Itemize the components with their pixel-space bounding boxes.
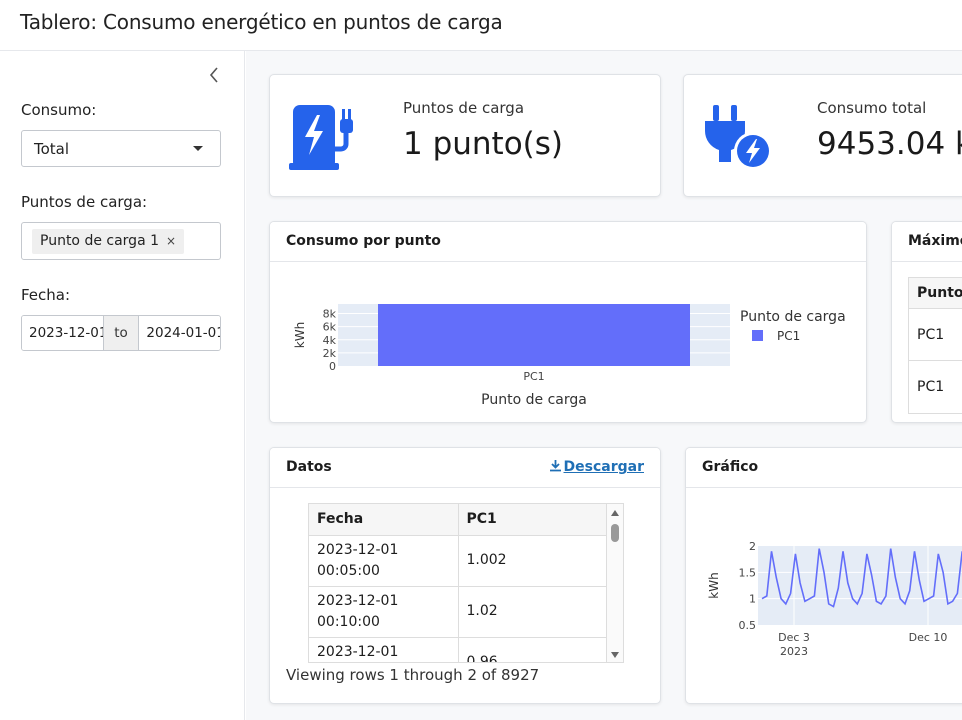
table-row: 2023-12-01 00:15:00 0.96	[309, 637, 607, 662]
end-date-input[interactable]: 2024-01-01	[139, 316, 220, 350]
cell-pc1: 1.002	[458, 535, 607, 587]
table-header-row: Fecha PC1	[309, 504, 607, 536]
consumo-label: Consumo:	[21, 101, 97, 119]
date-range-separator: to	[102, 316, 140, 350]
plug-bolt-icon	[705, 105, 772, 170]
value-box-puntos: Puntos de carga 1 punto(s)	[269, 74, 661, 197]
table-row: 2023-12-01 00:10:00 1.02	[309, 586, 607, 638]
y-tick-label: 4k	[323, 334, 337, 347]
cell-fecha: 2023-12-01 00:10:00	[309, 586, 459, 638]
card-title: Gráfico	[702, 459, 759, 475]
card-header: Gráfico	[686, 448, 962, 488]
y-tick-label: 2k	[323, 347, 337, 360]
card-datos: Datos Descargar Fecha PC1 2023-12-01 00:…	[269, 447, 661, 704]
table-row: PC1	[909, 309, 962, 361]
cell-fecha: 2023-12-01 00:15:00	[309, 637, 459, 662]
y-tick-label: 8k	[323, 308, 337, 321]
sidebar: Consumo: Total Puntos de carga: Punto de…	[0, 51, 245, 720]
value-box-label: Consumo total	[817, 99, 927, 117]
value-box-value: 1 punto(s)	[403, 126, 564, 162]
y-axis-label: kWh	[707, 572, 721, 598]
y-tick-label: 0	[329, 360, 336, 373]
x-tick-label: 2023	[780, 645, 808, 658]
ev-charger-icon	[289, 105, 353, 170]
table-footer: Viewing rows 1 through 2 of 8927	[286, 666, 540, 684]
card-header: Consumo por punto	[270, 222, 866, 262]
main-content: Puntos de carga 1 punto(s) Consumo total…	[246, 51, 962, 720]
download-label: Descargar	[563, 459, 644, 475]
puntos-multiselect[interactable]: Punto de carga 1 ×	[21, 222, 221, 260]
y-tick-label: 1	[749, 593, 756, 606]
y-axis-label: kWh	[293, 322, 307, 348]
date-range: 2023-12-01 to 2024-01-01	[21, 315, 221, 351]
scrollbar[interactable]	[607, 504, 623, 662]
start-date-input[interactable]: 2023-12-01	[22, 316, 103, 350]
app-header: Tablero: Consumo energético en puntos de…	[0, 0, 962, 51]
bar	[378, 304, 690, 366]
card-maximo: Máximo Punto PC1 PC1	[891, 221, 962, 423]
collapse-sidebar-icon[interactable]	[205, 65, 223, 85]
cell-pc1: 0.96	[458, 637, 607, 662]
value-box-consumo: Consumo total 9453.04 kWh	[683, 74, 962, 197]
card-header: Datos Descargar	[270, 448, 660, 488]
card-grafico: Gráfico 0.5 1 1.5 2 Dec 3 2023 Dec 10 kWh	[685, 447, 962, 704]
y-tick-label: 6k	[323, 321, 337, 334]
datos-table-wrapper[interactable]: Fecha PC1 2023-12-01 00:05:00 1.002 2023…	[308, 503, 624, 663]
y-tick-label: 0.5	[739, 619, 757, 632]
scrollbar-graphic	[611, 510, 619, 658]
fecha-label: Fecha:	[21, 286, 71, 304]
legend-title: Punto de carga	[740, 309, 846, 325]
chevron-down-icon	[193, 146, 203, 151]
page-title: Tablero: Consumo energético en puntos de…	[20, 10, 503, 34]
value-box-value: 9453.04 kWh	[817, 126, 962, 162]
card-consumo-por-punto: Consumo por punto 0 2k 4k 6k 8k PC1 Punto de c…	[269, 221, 867, 423]
x-tick-label: Dec 3	[778, 631, 810, 644]
cell-pc1: 1.02	[458, 586, 607, 638]
x-tick-label: PC1	[523, 370, 544, 383]
download-icon	[549, 460, 561, 472]
plot-background	[758, 546, 962, 625]
table-row: PC1	[917, 379, 945, 395]
value-box-label: Puntos de carga	[403, 99, 525, 117]
x-axis-label: Punto de carga	[481, 392, 587, 408]
download-button[interactable]: Descargar	[549, 459, 644, 475]
consumo-select-value: Total	[34, 140, 70, 158]
y-tick-label: 2	[749, 540, 756, 553]
line-chart: 0.5 1 1.5 2 Dec 32023 Dec 10 kWh	[707, 540, 962, 658]
card-title: Consumo por punto	[286, 233, 441, 249]
card-header: Máximo	[892, 222, 962, 262]
puntos-label: Puntos de carga:	[21, 193, 148, 211]
chip-label: Punto de carga 1	[40, 233, 160, 249]
card-title: Datos	[286, 459, 332, 475]
maximo-table: Punto PC1 PC1	[908, 277, 962, 414]
x-tick-label: Dec 10	[909, 631, 948, 644]
cell-fecha: 2023-12-01 00:05:00	[309, 535, 459, 587]
remove-chip-icon[interactable]: ×	[166, 234, 176, 248]
table-header: Punto	[909, 278, 962, 309]
table-row: 2023-12-01 00:05:00 1.002	[309, 535, 607, 587]
column-header-fecha[interactable]: Fecha	[309, 504, 459, 536]
column-header-pc1[interactable]: PC1	[458, 504, 607, 536]
legend-swatch	[752, 330, 763, 341]
selected-chip: Punto de carga 1 ×	[32, 229, 185, 254]
card-title: Máximo	[908, 233, 962, 249]
legend-entry: PC1	[777, 329, 800, 343]
y-tick-label: 1.5	[739, 566, 757, 579]
bar-chart: 02k4k6k8k PC1 Punto de carga kWh Punto de ca…	[293, 304, 846, 408]
consumo-select[interactable]: Total	[21, 130, 221, 167]
datos-table: Fecha PC1 2023-12-01 00:05:00 1.002 2023…	[309, 504, 607, 662]
